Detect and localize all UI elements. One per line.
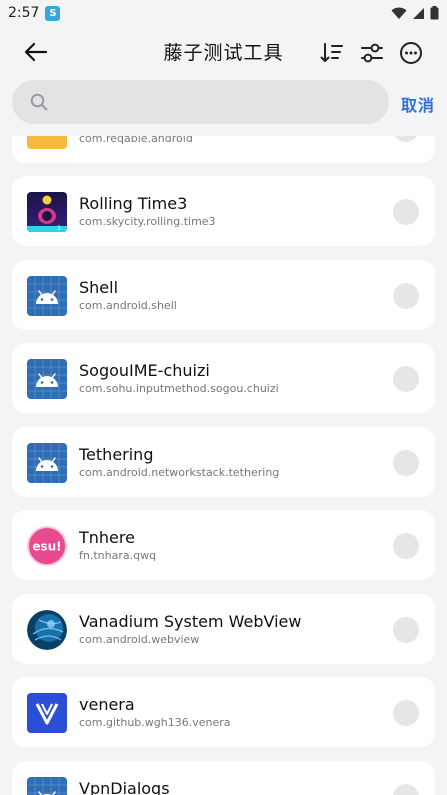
status-time: 2:57 [8,5,40,21]
android-icon [27,359,67,399]
battery-icon [430,6,439,20]
list-item[interactable]: venera com.github.wgh136.venera [12,677,435,747]
app-name: VpnDialogs [79,779,170,795]
wifi-icon [391,7,407,19]
search-icon [30,93,48,111]
svg-text:3: 3 [57,225,61,232]
app-name: SogouIME-chuizi [79,361,210,380]
android-icon [27,276,67,316]
list-item[interactable]: Shell com.android.shell [12,260,435,330]
reqable-icon [27,136,67,149]
android-icon [27,443,67,483]
signal-icon [413,7,424,19]
list-item[interactable]: Vanadium System WebView com.android.webv… [12,594,435,664]
app-bar: 藤子测试工具 [0,26,447,78]
app-name: Vanadium System WebView [79,612,302,631]
select-radio[interactable] [393,283,419,309]
select-radio[interactable] [393,450,419,476]
cancel-button[interactable]: 取消 [401,92,435,116]
app-name: Tnhere [79,528,135,547]
app-package: fn.tnhara.qwq [79,549,157,562]
app-package: com.android.shell [79,299,177,312]
venera-icon [27,693,67,733]
app-package: com.android.networkstack.tethering [79,466,280,479]
sort-icon[interactable] [319,40,345,66]
search-row: 取消 [0,80,447,126]
rolling-time-icon: 3 [27,192,67,232]
filter-sliders-icon[interactable] [359,40,385,66]
app-name: Tethering [79,445,154,464]
list-item[interactable]: Tethering com.android.networkstack.tethe… [12,427,435,497]
app-list: com.reqable.android 3 Rolling Time3 com.… [0,136,447,795]
select-radio[interactable] [393,700,419,726]
app-package: com.skycity.rolling.time3 [79,215,216,228]
select-radio[interactable] [393,366,419,392]
select-radio[interactable] [393,617,419,643]
app-name: Rolling Time3 [79,194,188,213]
search-input[interactable] [60,86,384,120]
app-name: venera [79,695,135,714]
status-bar: 2:57 S [0,0,447,26]
list-item[interactable]: VpnDialogs [12,761,435,795]
app-name: Shell [79,278,119,297]
select-radio[interactable] [393,533,419,559]
notification-app-icon: S [45,5,61,21]
app-package: com.sohu.inputmethod.sogou.chuizi [79,382,279,395]
app-package: com.reqable.android [79,136,193,145]
more-icon[interactable] [398,40,424,66]
app-package: com.android.webview [79,633,200,646]
list-item[interactable]: 3 Rolling Time3 com.skycity.rolling.time… [12,176,435,246]
list-item[interactable]: SogouIME-chuizi com.sohu.inputmethod.sog… [12,343,435,413]
list-item[interactable]: esu! Tnhere fn.tnhara.qwq [12,510,435,580]
esu-icon: esu! [27,526,67,566]
app-package: com.github.wgh136.venera [79,716,231,729]
select-radio[interactable] [393,199,419,225]
android-icon [27,777,67,795]
select-radio[interactable] [393,784,419,795]
select-radio[interactable] [393,136,419,142]
globe-icon [27,610,67,650]
list-item[interactable]: com.reqable.android [12,136,435,163]
search-box[interactable] [12,80,389,124]
esu-icon-text: esu! [32,540,61,554]
